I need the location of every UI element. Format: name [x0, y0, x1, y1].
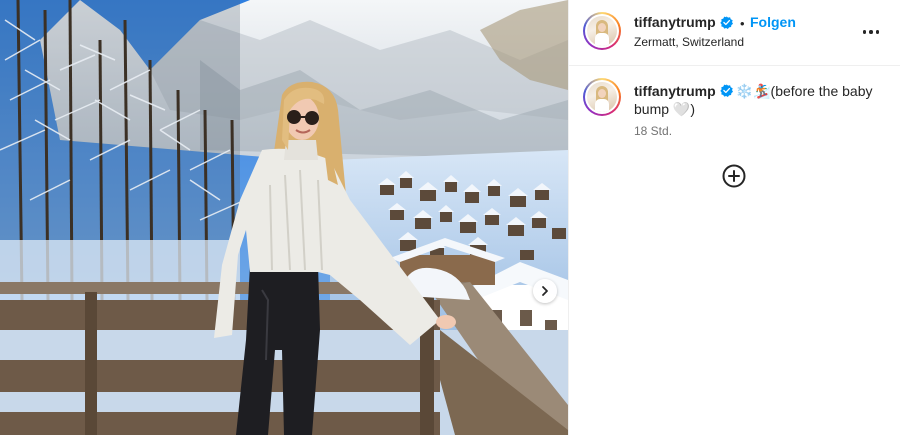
caption-emojis: ❄️🏂 [735, 83, 771, 99]
next-photo-button[interactable] [533, 279, 557, 303]
verified-badge-icon [720, 16, 733, 29]
post-header: tiffanytrump • Folgen Zermatt, Switzerla… [569, 0, 900, 66]
author-avatar[interactable] [583, 12, 621, 50]
separator-dot: • [740, 16, 745, 31]
verified-badge-icon [720, 84, 733, 97]
photo-scene [0, 0, 568, 435]
caption-username[interactable]: tiffanytrump [634, 83, 716, 99]
more-options-button[interactable] [861, 22, 881, 42]
add-comment-icon [722, 164, 746, 188]
post-time: 18 Std. [634, 124, 673, 138]
chevron-right-icon [542, 286, 548, 296]
caption-author-avatar[interactable] [583, 78, 621, 116]
author-username[interactable]: tiffanytrump [634, 14, 716, 30]
more-horizontal-icon [862, 30, 867, 34]
post-location[interactable]: Zermatt, Switzerland [634, 35, 744, 49]
post-sidebar: tiffanytrump • Folgen Zermatt, Switzerla… [568, 0, 900, 435]
follow-button[interactable]: Folgen [750, 14, 796, 30]
post-caption: tiffanytrump ❄️🏂(before the baby bump 🤍) [634, 82, 874, 118]
post-photo[interactable] [0, 0, 568, 435]
add-comment-button[interactable] [722, 164, 746, 188]
